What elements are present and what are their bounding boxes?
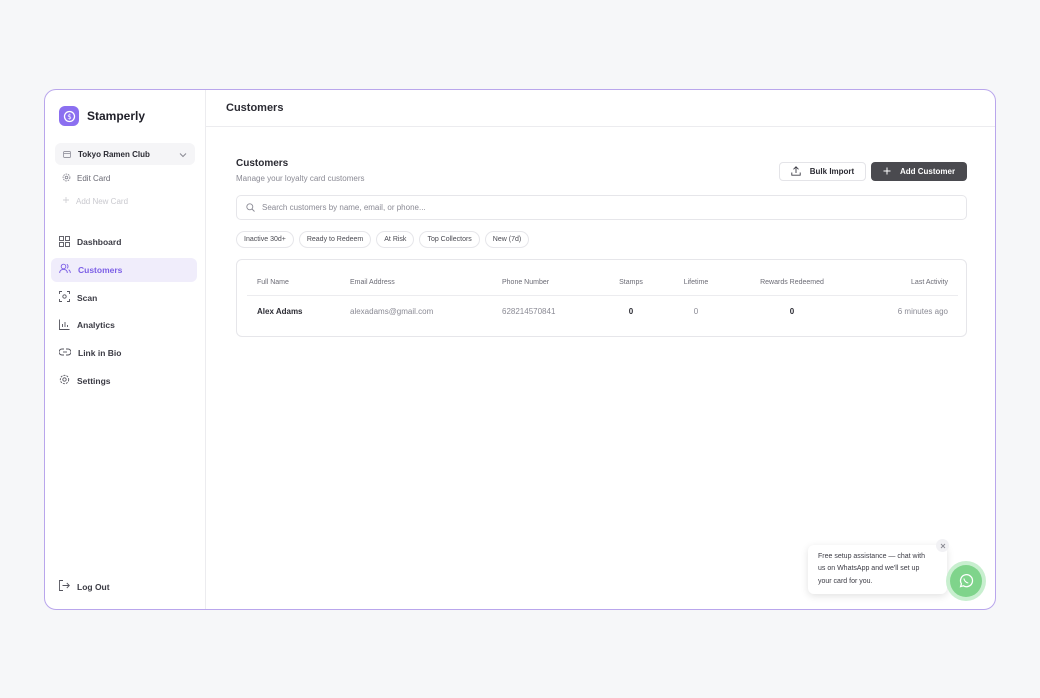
- page-title: Customers: [226, 102, 284, 114]
- filter-chip-top-collectors[interactable]: Top Collectors: [419, 231, 480, 248]
- table-header: Full Name Email Address Phone Number Sta…: [247, 270, 958, 296]
- column-header-last-activity[interactable]: Last Activity: [911, 270, 948, 295]
- brand[interactable]: $ Stamperly: [45, 90, 205, 132]
- close-icon[interactable]: [936, 539, 949, 552]
- edit-card-link[interactable]: Edit Card: [62, 173, 110, 184]
- bulk-import-label: Bulk Import: [809, 167, 855, 176]
- sidebar-item-dashboard[interactable]: Dashboard: [51, 230, 197, 254]
- stamp-logo-icon: $: [59, 106, 79, 126]
- cell-lifetime: 0: [693, 307, 699, 316]
- cell-last-activity: 6 minutes ago: [897, 307, 948, 316]
- search-icon: [246, 199, 255, 217]
- column-header-stamps[interactable]: Stamps: [602, 270, 660, 295]
- section-subtitle: Manage your loyalty card customers: [236, 174, 365, 183]
- sidebar-item-label: Settings: [77, 375, 111, 386]
- card-selector[interactable]: Tokyo Ramen Club: [55, 143, 195, 165]
- table-row[interactable]: Alex Adams alexadams@gmail.com 628214570…: [247, 296, 958, 327]
- card-selector-label: Tokyo Ramen Club: [78, 149, 150, 159]
- upload-icon: [791, 165, 801, 178]
- column-header-phone[interactable]: Phone Number: [502, 270, 549, 295]
- users-icon: [59, 263, 71, 276]
- filter-chip-ready-to-redeem[interactable]: Ready to Redeem: [298, 231, 372, 248]
- search-box[interactable]: [236, 195, 967, 220]
- sidebar-item-label: Link in Bio: [78, 348, 122, 359]
- add-new-card-link[interactable]: Add New Card: [62, 196, 128, 206]
- sidebar-item-customers[interactable]: Customers: [51, 257, 197, 282]
- cell-email: alexadams@gmail.com: [350, 307, 434, 316]
- link-icon: [58, 348, 72, 358]
- plus-icon: [62, 196, 70, 206]
- column-header-full-name[interactable]: Full Name: [257, 270, 289, 295]
- column-header-lifetime[interactable]: Lifetime: [667, 270, 725, 295]
- section-title: Customers: [236, 158, 289, 169]
- add-customer-button[interactable]: Add Customer: [871, 162, 967, 181]
- plus-icon: [883, 167, 891, 177]
- main-content: Customers Customers Manage your loyalty …: [206, 90, 995, 609]
- cell-full-name: Alex Adams: [257, 307, 303, 316]
- logout-icon: [59, 580, 70, 593]
- cell-stamps: 0: [628, 307, 634, 316]
- cell-phone: 628214570841: [502, 307, 556, 316]
- sidebar-item-link-in-bio[interactable]: Link in Bio: [51, 341, 197, 365]
- sidebar-item-settings[interactable]: Settings: [51, 369, 197, 393]
- svg-text:$: $: [67, 113, 71, 121]
- card-icon: [63, 145, 71, 163]
- filter-chip-at-risk[interactable]: At Risk: [376, 231, 415, 248]
- chevron-down-icon: [179, 145, 187, 163]
- filter-chips: Inactive 30d+ Ready to Redeem At Risk To…: [236, 231, 534, 248]
- cell-rewards-redeemed: 0: [789, 307, 795, 316]
- column-header-email[interactable]: Email Address: [350, 270, 395, 295]
- whatsapp-icon: [950, 565, 982, 597]
- sidebar-item-analytics[interactable]: Analytics: [51, 313, 197, 337]
- sidebar: $ Stamperly Tokyo Ramen Club Edit Card A…: [45, 90, 206, 609]
- edit-card-label: Edit Card: [77, 174, 111, 183]
- chat-tooltip[interactable]: Free setup assistance — chat with us on …: [808, 545, 947, 594]
- logout-button[interactable]: Log Out: [59, 580, 110, 593]
- brand-name: Stamperly: [87, 109, 146, 123]
- column-header-rewards-redeemed[interactable]: Rewards Redeemed: [737, 270, 847, 295]
- app-window: $ Stamperly Tokyo Ramen Club Edit Card A…: [44, 89, 996, 610]
- gear-icon: [59, 374, 70, 387]
- sidebar-item-label: Dashboard: [77, 237, 122, 247]
- sidebar-item-label: Customers: [78, 264, 123, 275]
- filter-chip-inactive[interactable]: Inactive 30d+: [236, 231, 294, 248]
- chat-tooltip-text: Free setup assistance — chat with us on …: [818, 553, 925, 585]
- grid-icon: [59, 235, 70, 249]
- sidebar-item-scan[interactable]: Scan: [51, 286, 197, 310]
- whatsapp-button[interactable]: [946, 561, 986, 601]
- sidebar-nav: Dashboard Customers Scan Analytics Link …: [51, 230, 197, 397]
- scan-icon: [59, 291, 70, 304]
- page-header: Customers: [206, 90, 995, 127]
- sidebar-item-label: Scan: [77, 292, 98, 303]
- bar-chart-icon: [59, 319, 70, 332]
- bulk-import-button[interactable]: Bulk Import: [779, 162, 866, 181]
- customers-table: Full Name Email Address Phone Number Sta…: [236, 259, 967, 337]
- add-new-card-label: Add New Card: [76, 196, 129, 206]
- sidebar-item-label: Analytics: [77, 320, 115, 331]
- logout-label: Log Out: [77, 581, 110, 592]
- gear-icon: [62, 173, 71, 184]
- add-customer-label: Add Customer: [899, 167, 956, 176]
- filter-chip-new[interactable]: New (7d): [484, 231, 530, 248]
- search-input[interactable]: [262, 203, 942, 212]
